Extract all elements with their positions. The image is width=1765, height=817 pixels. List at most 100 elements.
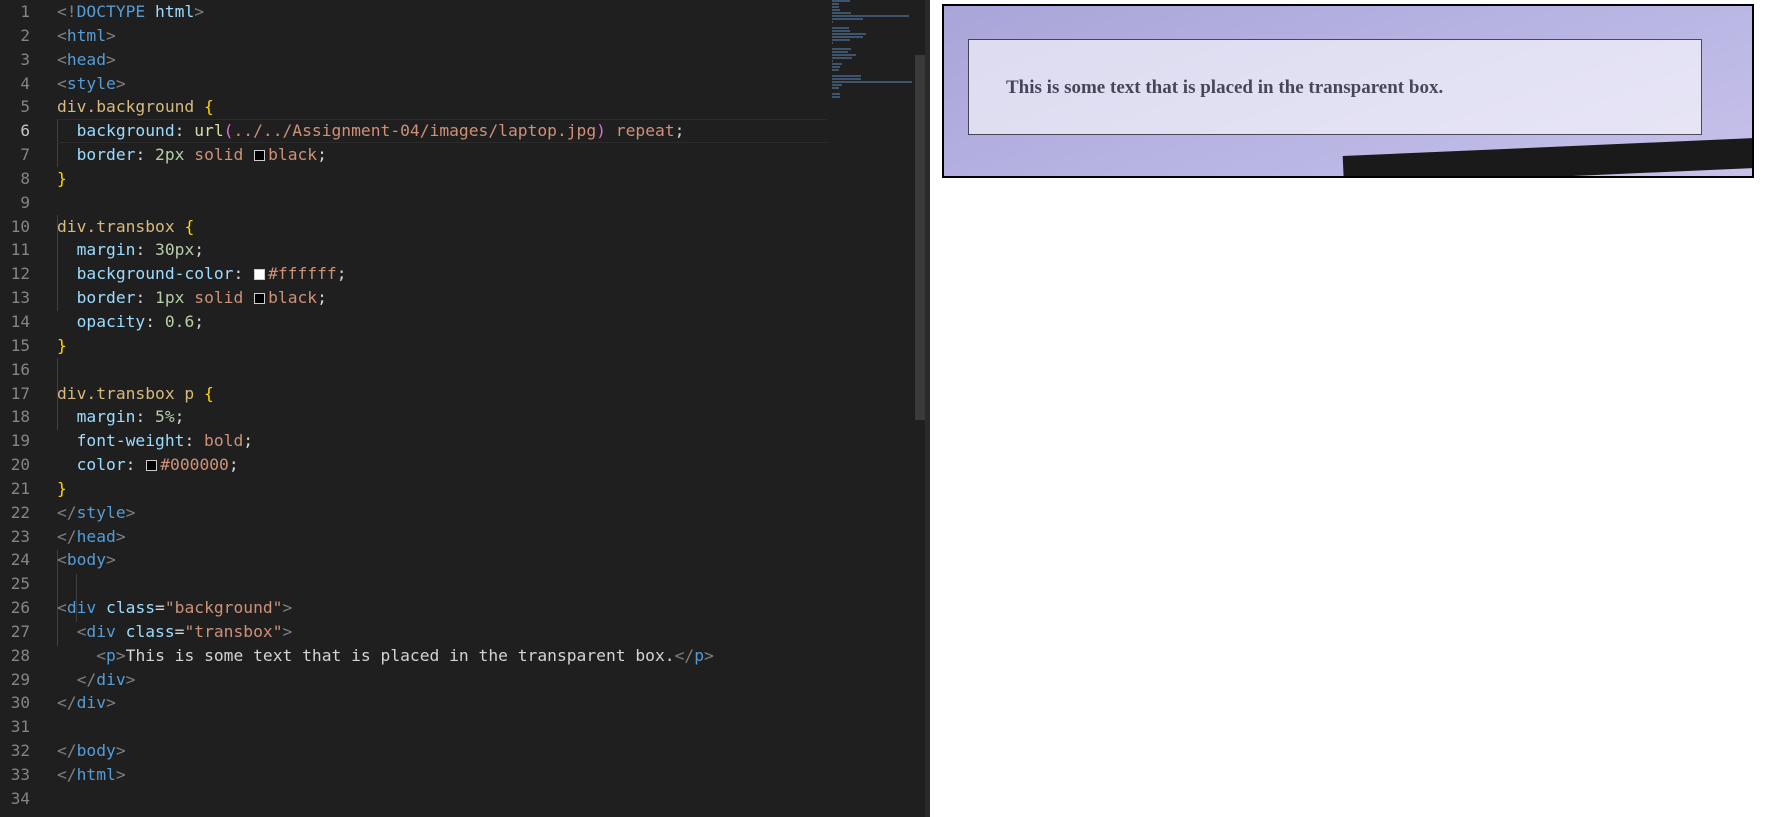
line-number: 2 (20, 25, 30, 45)
minimap-line (832, 27, 849, 29)
code-line[interactable]: div.background { (57, 95, 827, 119)
line-number: 12 (10, 264, 30, 284)
code-line[interactable] (57, 358, 827, 382)
color-swatch-icon[interactable] (254, 269, 266, 281)
line-number: 1 (20, 2, 30, 21)
color-swatch-icon[interactable] (254, 293, 266, 305)
code-token: </ (57, 765, 77, 784)
code-line[interactable]: </div> (57, 691, 827, 715)
code-line[interactable]: opacity: 0.6; (57, 310, 827, 334)
code-token: html (66, 25, 107, 45)
code-token: 5% (155, 407, 175, 427)
code-token: div.background (57, 97, 205, 117)
code-line[interactable]: font-weight: bold; (57, 429, 827, 453)
code-line[interactable]: <div class="transbox"> (57, 620, 827, 644)
line-number: 11 (10, 240, 30, 260)
code-line[interactable]: <style> (57, 72, 827, 96)
code-token: ; (317, 288, 327, 308)
code-token: div (76, 693, 107, 713)
code-line[interactable]: <!DOCTYPE html> (57, 0, 827, 24)
code-token: ; (228, 455, 239, 475)
code-token: font-weight (76, 431, 185, 451)
code-line[interactable]: div.transbox p { (57, 382, 827, 406)
line-number: 29 (10, 669, 30, 689)
line-number: 9 (20, 192, 30, 212)
code-token: "background" (164, 598, 283, 618)
code-line[interactable]: margin: 5%; (57, 405, 827, 429)
line-number: 10 (10, 216, 30, 236)
code-token: black (268, 288, 318, 308)
code-token: bold (204, 431, 244, 451)
code-token: > (282, 598, 293, 618)
minimap-line (832, 51, 848, 53)
code-token: ; (243, 431, 254, 451)
code-line[interactable] (57, 572, 827, 596)
code-token: = (155, 598, 165, 618)
code-area[interactable]: <!DOCTYPE html> <html> <head> <style> div.ba… (57, 0, 827, 817)
minimap-line (832, 78, 861, 80)
code-line[interactable]: <div class="background"> (57, 596, 827, 620)
code-token: class (106, 598, 156, 618)
code-line[interactable]: </head> (57, 525, 827, 549)
code-line[interactable]: <html> (57, 24, 827, 48)
code-token: < (57, 550, 67, 570)
code-token: div.transbox p (57, 383, 205, 403)
code-token: > (194, 2, 205, 21)
minimap[interactable] (832, 0, 917, 98)
minimap-line (832, 84, 842, 86)
color-swatch-icon[interactable] (254, 150, 266, 162)
minimap-line (832, 93, 841, 95)
code-line[interactable]: </html> (57, 763, 827, 787)
code-line[interactable]: } (57, 167, 827, 191)
code-token: </ (57, 526, 77, 546)
code-token: { (204, 97, 214, 117)
code-line[interactable]: } (57, 477, 827, 501)
code-line[interactable]: <body> (57, 548, 827, 572)
minimap-line (832, 12, 852, 14)
code-line[interactable] (57, 787, 827, 811)
code-token: > (282, 621, 293, 641)
code-line[interactable]: border: 2px solid black; (57, 143, 827, 167)
code-line[interactable]: </div> (57, 668, 827, 692)
line-number: 22 (10, 502, 30, 522)
code-line[interactable]: </style> (57, 501, 827, 525)
minimap-line (832, 66, 841, 68)
code-editor[interactable]: 1 2 3 4 5 6 7 8 9 10 11 12 13 14 15 16 17 18 19 20 21 22 23 24 2… (0, 0, 925, 817)
code-token: "transbox" (184, 621, 283, 641)
code-token: background (76, 121, 175, 141)
code-line[interactable]: border: 1px solid black; (57, 286, 827, 310)
code-line[interactable]: color: #000000; (57, 453, 827, 477)
code-line[interactable]: <p>This is some text that is placed in t… (57, 644, 827, 668)
code-line[interactable]: background-color: #ffffff; (57, 262, 827, 286)
transbox-text: This is some text that is placed in the … (1006, 77, 1444, 98)
code-line[interactable] (57, 715, 827, 739)
code-line[interactable]: background: url(../../Assignment-04/imag… (57, 119, 827, 143)
code-line[interactable]: margin: 30px; (57, 238, 827, 262)
code-token: style (66, 73, 116, 93)
code-token: < (57, 73, 67, 93)
code-token: </ (57, 693, 77, 713)
editor-scrollbar[interactable] (915, 0, 925, 817)
code-token: = (174, 621, 185, 641)
code-line[interactable]: div.transbox { (57, 215, 827, 239)
code-token: head (66, 49, 107, 69)
code-line[interactable]: </body> (57, 739, 827, 763)
code-token: ( (223, 121, 234, 141)
code-token: ; (317, 145, 327, 165)
color-swatch-icon[interactable] (146, 460, 158, 472)
code-line[interactable]: } (57, 334, 827, 358)
line-number: 20 (10, 455, 30, 475)
code-line[interactable] (57, 191, 827, 215)
minimap-line (832, 15, 909, 17)
line-number: 8 (20, 168, 30, 188)
code-token: </ (57, 502, 77, 522)
scrollbar-thumb[interactable] (915, 55, 925, 420)
code-line[interactable]: <head> (57, 48, 827, 72)
line-number: 15 (10, 335, 30, 355)
line-number: 7 (20, 145, 30, 165)
